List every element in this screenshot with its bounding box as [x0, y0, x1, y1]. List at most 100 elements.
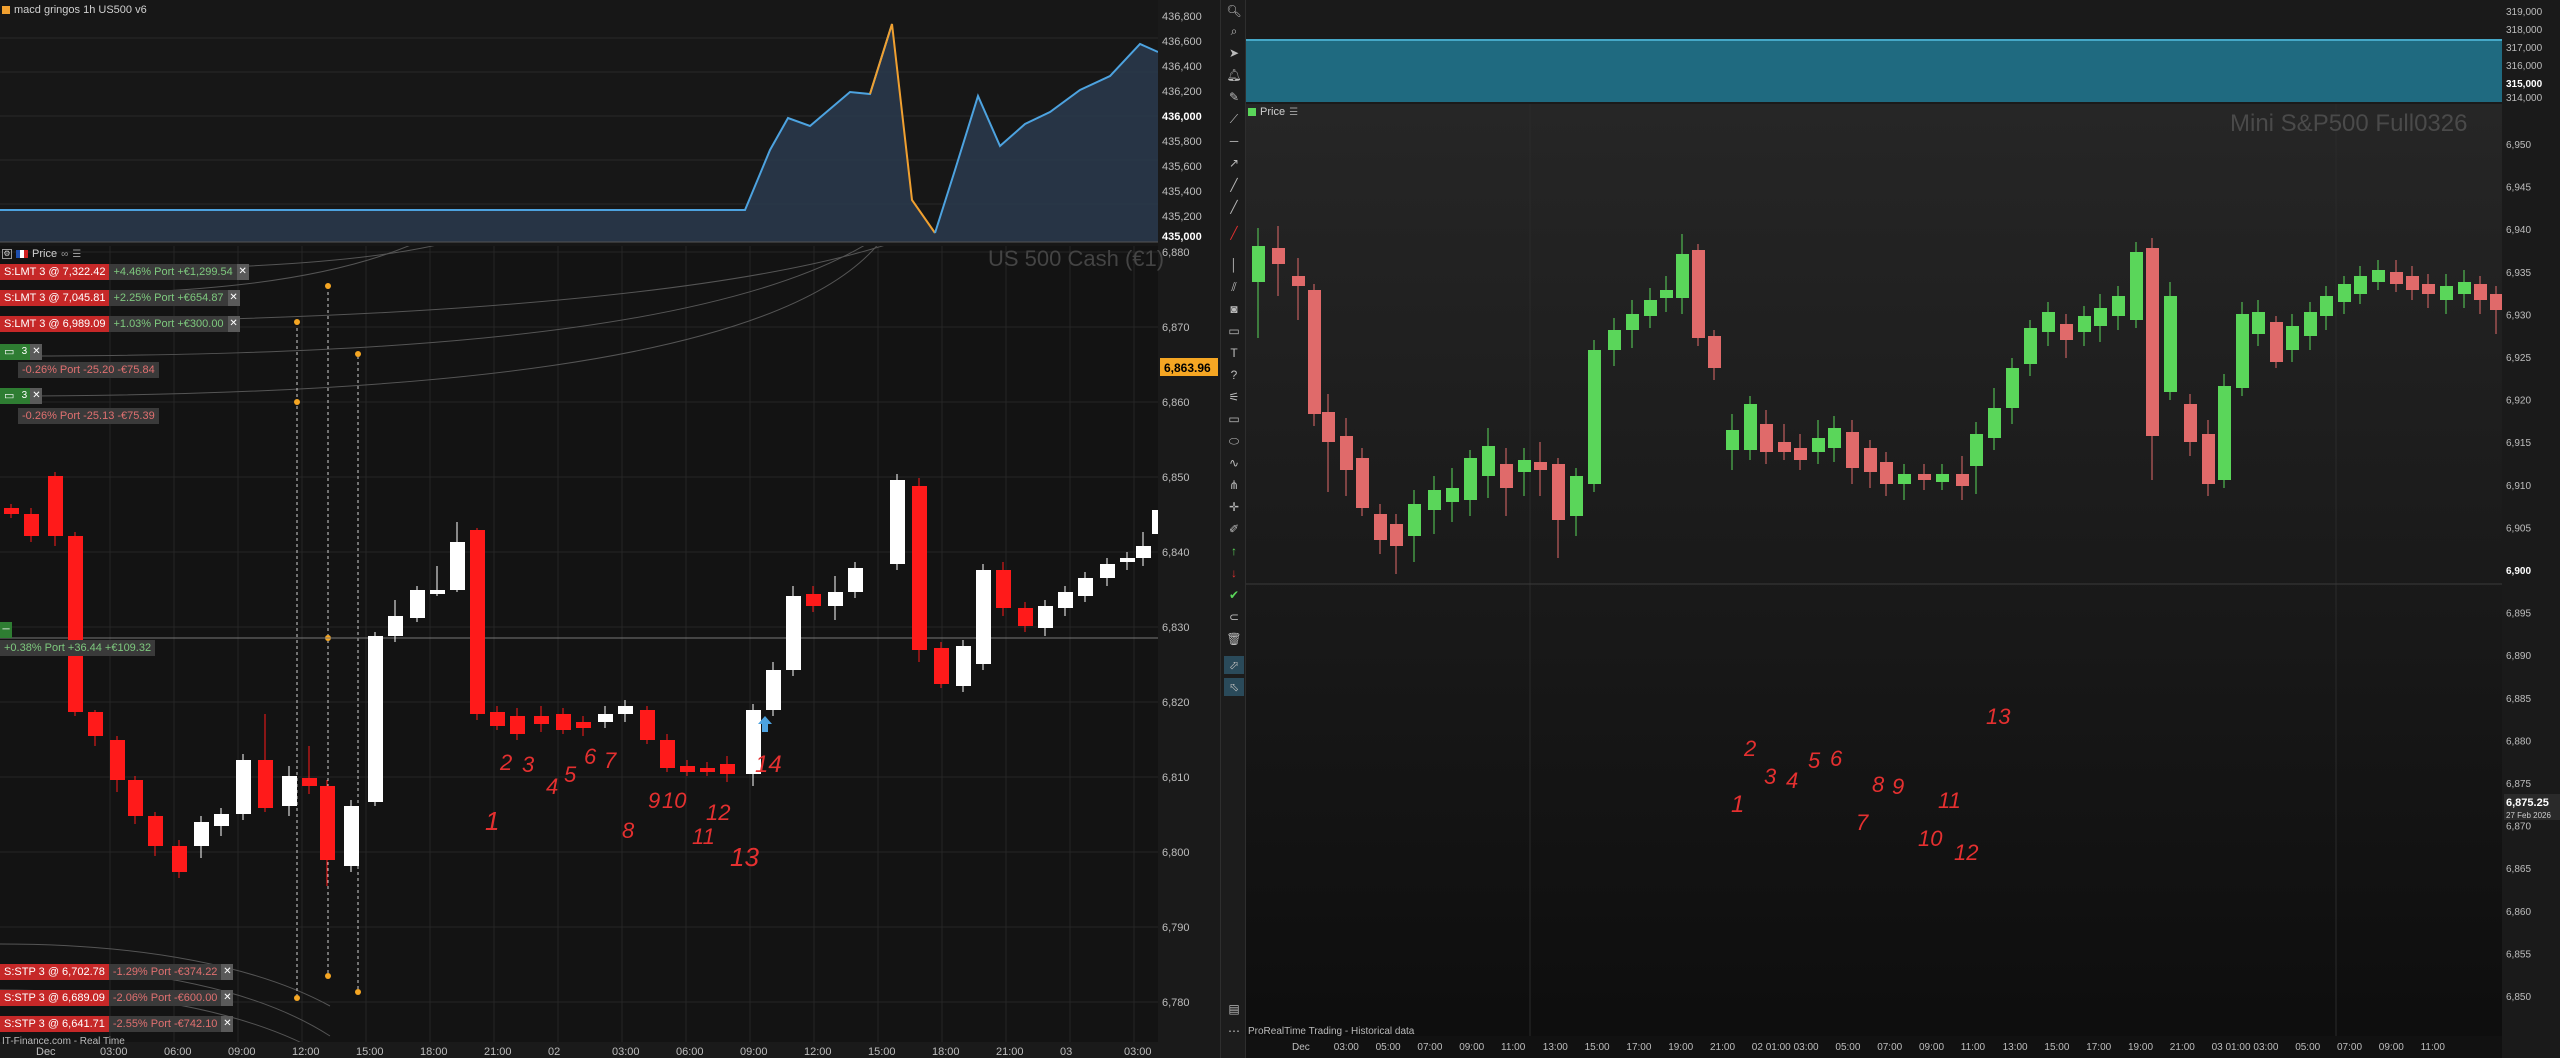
- rectangle-icon[interactable]: ▭: [1224, 322, 1244, 340]
- price-tick: 6,895: [2506, 609, 2531, 620]
- text-icon[interactable]: T: [1224, 344, 1244, 362]
- wave-icon[interactable]: ∿: [1224, 454, 1244, 472]
- select-icon[interactable]: ⬀: [1224, 656, 1244, 674]
- order-stop-1[interactable]: S:STP 3 @ 6,702.78 -1.29% Port -€374.22 …: [0, 964, 234, 980]
- position-buy-icon[interactable]: ▭: [0, 344, 19, 360]
- svg-text:14: 14: [755, 751, 782, 778]
- candle-body: [2490, 294, 2503, 310]
- position-2-controls[interactable]: ▭ 3 ✕: [0, 388, 43, 404]
- right-price-header[interactable]: Price ☰: [1248, 106, 1298, 118]
- svg-text:5: 5: [564, 762, 577, 787]
- trend-icon[interactable]: ⟋: [1224, 110, 1244, 128]
- candle-body: [148, 816, 163, 846]
- candle-body: [786, 596, 801, 670]
- line-icon[interactable]: ╱: [1224, 176, 1244, 194]
- layers-icon[interactable]: ▤: [1224, 1000, 1244, 1018]
- zoom-icon[interactable]: ⌕: [1224, 22, 1244, 40]
- candle-body: [194, 822, 209, 846]
- position-buy-icon[interactable]: ─: [0, 622, 12, 638]
- cursor-icon[interactable]: ⬁: [1224, 678, 1244, 696]
- indicator-color-icon: [2, 6, 10, 14]
- price-tick: 6,915: [2506, 438, 2531, 449]
- horizontal-line-icon[interactable]: ─: [1224, 132, 1244, 150]
- candle-body: [1660, 290, 1673, 298]
- svg-text:435,600: 435,600: [1162, 161, 1202, 173]
- time-tick: 13:00: [1543, 1042, 1568, 1053]
- svg-text:435,800: 435,800: [1162, 136, 1202, 148]
- rect-icon[interactable]: ▭: [1224, 410, 1244, 428]
- price-label: Price: [1260, 106, 1286, 118]
- time-tick: 18:00: [932, 1046, 960, 1058]
- candle-body: [618, 706, 633, 714]
- left-price-header[interactable]: ⚙ Price ∞ ☰: [2, 248, 81, 260]
- close-order-icon[interactable]: ✕: [227, 290, 240, 306]
- right-top-indicator[interactable]: 319,000 318,000 317,000 316,000 315,000 …: [1246, 0, 2560, 104]
- order-limit-3[interactable]: S:LMT 3 @ 6,989.09 +1.03% Port +€300.00 …: [0, 316, 240, 332]
- right-chart-panel[interactable]: 319,000 318,000 317,000 316,000 315,000 …: [1246, 0, 2560, 1058]
- candle-body: [172, 846, 187, 872]
- position-size-icon[interactable]: 3: [18, 344, 31, 360]
- pitchfork-icon[interactable]: ⋔: [1224, 476, 1244, 494]
- candle-body: [450, 542, 465, 590]
- settings-icon[interactable]: ⚙: [2, 249, 12, 259]
- position-1-controls[interactable]: ▭ 3 ✕: [0, 344, 43, 360]
- candle-body: [1708, 336, 1721, 368]
- crosshair-icon[interactable]: ✛: [1224, 498, 1244, 516]
- down-arrow-icon[interactable]: ↓: [1224, 564, 1244, 582]
- brush-icon[interactable]: ✐: [1224, 520, 1244, 538]
- close-order-icon[interactable]: ✕: [221, 990, 234, 1006]
- ellipse-icon[interactable]: ⬭: [1224, 432, 1244, 450]
- left-chart-panel[interactable]: 436,800 436,600 436,400 436,200 436,000 …: [0, 0, 1220, 1058]
- order-limit-1[interactable]: S:LMT 3 @ 7,322.42 +4.46% Port +€1,299.5…: [0, 264, 249, 280]
- close-order-icon[interactable]: ✕: [236, 264, 249, 280]
- order-stop-3[interactable]: S:STP 3 @ 6,641.71 -2.55% Port -€742.10 …: [0, 1016, 234, 1032]
- candle-body: [1428, 490, 1441, 510]
- ray-icon[interactable]: ↗: [1224, 154, 1244, 172]
- bell-icon[interactable]: 🔔︎: [1224, 66, 1244, 84]
- red-line-icon[interactable]: ╱: [1224, 224, 1244, 242]
- camera-icon[interactable]: ◙: [1224, 300, 1244, 318]
- close-order-icon[interactable]: ✕: [227, 316, 240, 332]
- svg-text:13: 13: [730, 842, 759, 872]
- time-tick: 09:00: [228, 1046, 256, 1058]
- svg-text:1: 1: [1731, 791, 1744, 818]
- order-limit-2[interactable]: S:LMT 3 @ 7,045.81 +2.25% Port +€654.87 …: [0, 290, 240, 306]
- position-mid-controls[interactable]: ─: [0, 622, 12, 638]
- indicator-header[interactable]: macd gringos 1h US500 v6: [2, 4, 147, 16]
- search-icon[interactable]: 🔍︎: [1224, 2, 1244, 20]
- vertical-line-icon[interactable]: │: [1224, 256, 1244, 274]
- magnet-icon[interactable]: ⊂: [1224, 608, 1244, 626]
- indicator-band: [1246, 40, 2502, 102]
- position-size-icon[interactable]: 3: [18, 388, 31, 404]
- up-arrow-icon[interactable]: ↑: [1224, 542, 1244, 560]
- line-icon[interactable]: ╱: [1224, 198, 1244, 216]
- candle-body: [88, 712, 103, 736]
- pointer-icon[interactable]: ➤: [1224, 44, 1244, 62]
- check-icon[interactable]: ✔: [1224, 586, 1244, 604]
- fibonacci-icon[interactable]: ⚟: [1224, 388, 1244, 406]
- left-price-panel[interactable]: 1 2 3 4 5 6 7 8 9 10 11 12 13 14 6,880 6,…: [0, 246, 1220, 1058]
- pencil-icon[interactable]: ✎: [1224, 88, 1244, 106]
- svg-text:435,200: 435,200: [1162, 211, 1202, 223]
- candle-body: [996, 570, 1011, 608]
- channel-icon[interactable]: ⫽: [1224, 278, 1244, 296]
- candle-body: [2146, 248, 2159, 436]
- more-icon[interactable]: ⋯: [1224, 1022, 1244, 1040]
- help-icon[interactable]: ?: [1224, 366, 1244, 384]
- price-tick: 6,790: [1162, 922, 1190, 934]
- close-order-icon[interactable]: ✕: [221, 964, 234, 980]
- right-price-panel[interactable]: 1 2 3 4 5 6 7 8 9 10 11 12 13 6,950 6,945…: [1246, 104, 2560, 1058]
- candle-body: [1374, 514, 1387, 540]
- position-buy-icon[interactable]: ▭: [0, 388, 19, 404]
- menu-icon[interactable]: ☰: [72, 249, 81, 260]
- menu-icon[interactable]: ☰: [1289, 107, 1298, 118]
- trash-icon[interactable]: 🗑︎: [1224, 630, 1244, 648]
- order-stop-2[interactable]: S:STP 3 @ 6,689.09 -2.06% Port -€600.00 …: [0, 990, 234, 1006]
- close-order-icon[interactable]: ✕: [221, 1016, 234, 1032]
- macd-indicator-panel[interactable]: 436,800 436,600 436,400 436,200 436,000 …: [0, 0, 1220, 246]
- right-price-axis: 6,950 6,945 6,940 6,935 6,930 6,925 6,920 6,915…: [2506, 140, 2531, 1003]
- time-tick: 21:00: [2170, 1042, 2195, 1053]
- close-position-icon[interactable]: ✕: [30, 388, 43, 404]
- close-position-icon[interactable]: ✕: [30, 344, 43, 360]
- link-icon[interactable]: ∞: [61, 249, 68, 260]
